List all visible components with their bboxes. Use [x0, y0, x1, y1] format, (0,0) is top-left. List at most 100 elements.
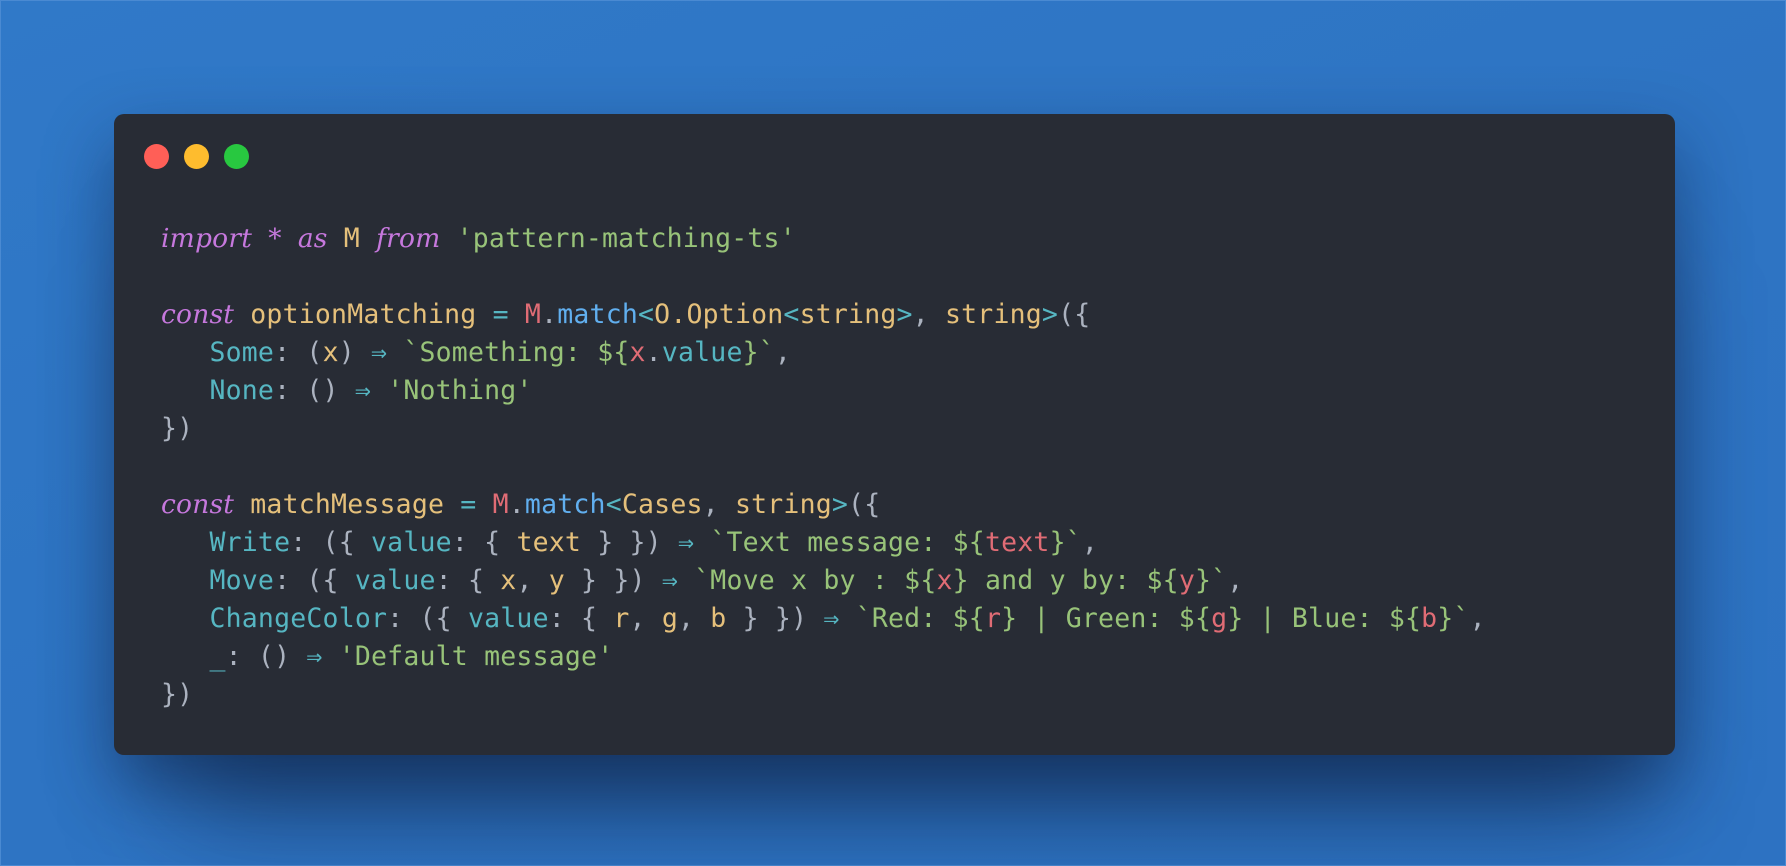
- code-token: <: [638, 299, 655, 330]
- code-line: const optionMatching = M.match<O.Option<…: [161, 296, 1486, 334]
- code-window: import * as M from 'pattern-matching-ts'…: [114, 114, 1675, 755]
- code-token: .: [541, 299, 558, 330]
- code-token: >: [896, 299, 913, 330]
- window-controls: [144, 144, 249, 169]
- code-token: : ({: [274, 565, 355, 596]
- code-token: None: [209, 375, 275, 406]
- code-token: string: [734, 489, 832, 520]
- code-token: }): [161, 679, 194, 710]
- code-token: <: [783, 299, 800, 330]
- code-token: g: [1211, 603, 1228, 634]
- code-token: string: [799, 299, 897, 330]
- code-token: x: [629, 337, 646, 368]
- code-token: from: [376, 223, 441, 254]
- code-token: x: [322, 337, 339, 368]
- code-token: value: [661, 337, 743, 368]
- code-token: ⇒: [306, 641, 323, 672]
- code-token: : {: [435, 565, 501, 596]
- code-token: : (: [274, 337, 323, 368]
- code-token: import: [161, 223, 253, 254]
- code-token: matchMessage: [250, 489, 445, 520]
- code-token: ⇒: [354, 375, 372, 406]
- code-token: : ({: [290, 527, 372, 558]
- code-token: x: [936, 565, 953, 596]
- code-token: } }): [726, 603, 824, 634]
- code-token: .: [645, 337, 662, 368]
- code-line: _: () ⇒ 'Default message': [161, 638, 1486, 676]
- code-line: Write: ({ value: { text } }) ⇒ `Text mes…: [161, 524, 1486, 562]
- code-token: =: [492, 299, 509, 330]
- code-token: string: [944, 299, 1042, 330]
- code-token: : {: [548, 603, 614, 634]
- code-line: ChangeColor: ({ value: { r, g, b } }) ⇒ …: [161, 600, 1486, 638]
- code-token: ,: [516, 565, 549, 596]
- code-token: text: [984, 527, 1050, 558]
- code-token: 'Default message': [338, 641, 614, 672]
- code-token: : ({: [387, 603, 468, 634]
- code-token: *: [268, 223, 282, 254]
- code-token: : {: [451, 527, 517, 558]
- code-line: Move: ({ value: { x, y } }) ⇒ `Move x by…: [161, 562, 1486, 600]
- code-token: }): [161, 413, 194, 444]
- code-token: ⇒: [661, 565, 678, 596]
- code-token: text: [516, 527, 582, 558]
- code-token: value: [467, 603, 549, 634]
- code-token: `Something: ${: [403, 337, 630, 368]
- code-token: }`: [742, 337, 775, 368]
- code-token: : (): [274, 375, 355, 406]
- code-line: const matchMessage = M.match<Cases, stri…: [161, 486, 1486, 524]
- code-token: `Red: ${: [855, 603, 985, 634]
- code-token: M: [524, 299, 542, 330]
- code-token: Move: [209, 565, 275, 596]
- minimize-button[interactable]: [184, 144, 209, 169]
- code-token: as: [297, 223, 328, 254]
- code-token: 'Nothing': [387, 375, 533, 406]
- code-token: }`: [1049, 527, 1082, 558]
- code-token: : (): [225, 641, 307, 672]
- code-line: None: () ⇒ 'Nothing': [161, 372, 1486, 410]
- code-token: ⇒: [823, 603, 840, 634]
- code-line: }): [161, 410, 1486, 448]
- code-token: =: [460, 489, 477, 520]
- code-token: ⇒: [371, 337, 388, 368]
- code-token: >: [1041, 299, 1059, 330]
- code-token: O.Option: [654, 299, 784, 330]
- code-token: g: [661, 603, 678, 634]
- code-token: value: [371, 527, 452, 558]
- code-token: ,: [1469, 603, 1486, 634]
- code-token: ,: [702, 489, 735, 520]
- code-token: M: [492, 489, 509, 520]
- code-token: ⇒: [678, 527, 695, 558]
- maximize-button[interactable]: [224, 144, 249, 169]
- code-line: import * as M from 'pattern-matching-ts': [161, 220, 1486, 258]
- close-button[interactable]: [144, 144, 169, 169]
- code-token: M: [343, 223, 360, 254]
- code-token: ,: [1227, 565, 1244, 596]
- code-token: ,: [1081, 527, 1099, 558]
- code-token: 'pattern-matching-ts': [456, 223, 796, 254]
- code-token: }`: [1437, 603, 1470, 634]
- code-token: value: [354, 565, 436, 596]
